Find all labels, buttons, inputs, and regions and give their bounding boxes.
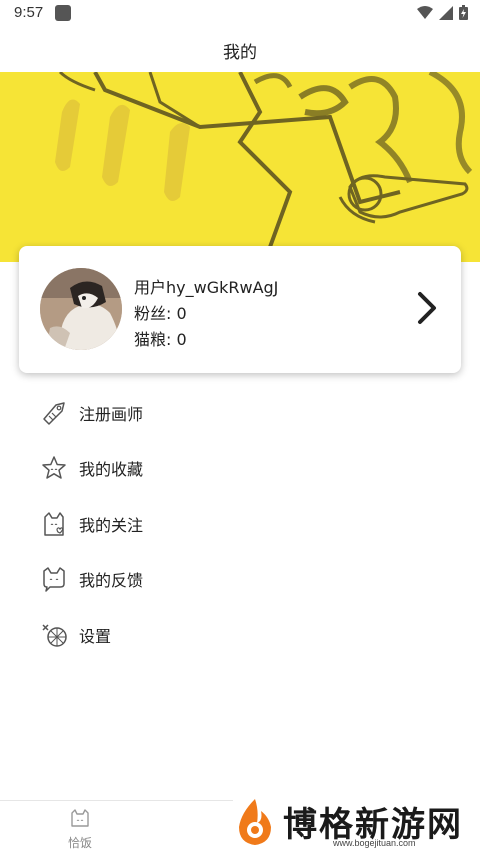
page-title: 我的 <box>223 43 257 63</box>
menu-item-feedback[interactable]: 我的反馈 <box>0 552 480 608</box>
paw-tag-icon <box>43 402 65 425</box>
watermark: 博格新游网 www.bogejituan.com <box>233 795 480 853</box>
status-indicators <box>417 5 468 20</box>
menu-label: 我的反馈 <box>79 571 144 591</box>
avatar[interactable] <box>40 268 122 350</box>
cat-bowl-icon <box>71 809 89 827</box>
status-time: 9:57 <box>14 4 44 21</box>
menu-label: 注册画师 <box>79 404 144 424</box>
profile-menu: 注册画师 我的收藏 我的关注 我的反馈 设置 <box>0 385 480 663</box>
profile-banner <box>0 72 480 262</box>
profile-card[interactable]: 用户hy_wGkRwAgJ 粉丝: 0 猫粮: 0 <box>19 246 461 373</box>
menu-label: 我的收藏 <box>79 460 144 480</box>
username: 用户hy_wGkRwAgJ <box>134 278 279 297</box>
banner-illustration <box>0 72 480 262</box>
cat-food-count: 猫粮: 0 <box>134 330 187 349</box>
app-header: 我的 <box>0 26 480 72</box>
status-bar: 9:57 <box>0 0 480 26</box>
menu-label: 我的关注 <box>79 515 144 535</box>
menu-item-settings[interactable]: 设置 <box>0 607 480 663</box>
cat-heart-icon <box>44 512 64 536</box>
cat-avatar-image <box>40 268 122 350</box>
tab-eat[interactable]: 恰饭 <box>55 808 105 851</box>
flame-logo-icon <box>239 799 271 845</box>
menu-item-favorites[interactable]: 我的收藏 <box>0 441 480 497</box>
signal-icon <box>439 5 453 20</box>
fans-count: 粉丝: 0 <box>134 304 187 323</box>
notification-app-icon <box>55 5 71 21</box>
menu-item-register-artist[interactable]: 注册画师 <box>0 385 480 441</box>
battery-icon <box>459 5 468 20</box>
fish-bone-icon <box>42 624 67 647</box>
cat-chat-icon <box>43 567 65 592</box>
wifi-icon <box>417 5 433 19</box>
tab-label: 恰饭 <box>67 836 92 850</box>
chevron-right-icon[interactable] <box>415 290 439 326</box>
watermark-url: www.bogejituan.com <box>333 838 416 848</box>
star-icon <box>42 456 66 479</box>
menu-item-following[interactable]: 我的关注 <box>0 496 480 552</box>
menu-label: 设置 <box>79 626 112 646</box>
